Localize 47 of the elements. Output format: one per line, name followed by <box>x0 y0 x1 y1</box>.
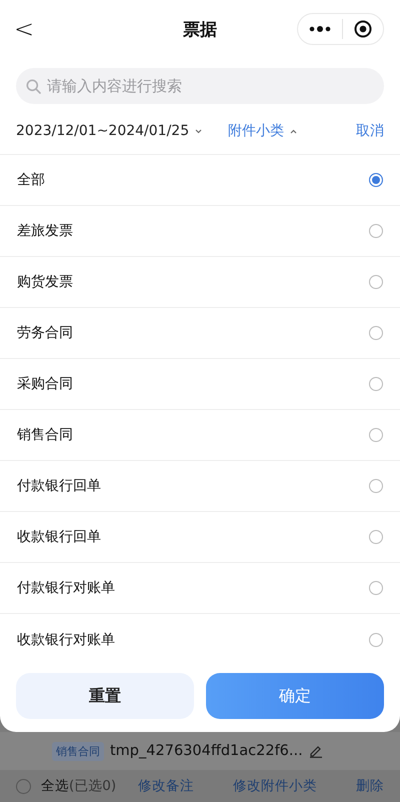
option-label: 收款银行回单 <box>17 528 101 546</box>
search-icon <box>26 79 41 94</box>
category-dropdown[interactable]: 附件小类 <box>228 122 298 140</box>
option-item[interactable]: 全部 <box>0 155 400 206</box>
option-item[interactable]: 劳务合同 <box>0 308 400 359</box>
option-label: 收款银行对账单 <box>17 630 115 648</box>
option-label: 购货发票 <box>17 273 73 291</box>
select-all-label: 全选 <box>41 777 69 795</box>
option-item[interactable]: 付款银行对账单 <box>0 563 400 614</box>
option-item[interactable]: 差旅发票 <box>0 206 400 257</box>
option-label: 劳务合同 <box>17 324 73 342</box>
cancel-button[interactable]: 取消 <box>356 122 384 140</box>
option-label: 销售合同 <box>17 426 73 444</box>
option-label: 付款银行对账单 <box>17 579 115 597</box>
page-title: 票据 <box>182 18 218 40</box>
radio-button[interactable] <box>369 326 383 340</box>
option-label: 全部 <box>17 171 45 189</box>
option-item[interactable]: 收款银行回单 <box>0 512 400 563</box>
option-label: 付款银行回单 <box>17 477 101 495</box>
radio-button[interactable] <box>369 173 383 187</box>
reset-button[interactable]: 重置 <box>16 673 194 719</box>
radio-button[interactable] <box>369 428 383 442</box>
file-name: tmp_4276304ffd1ac22f6... <box>110 743 303 759</box>
radio-button[interactable] <box>369 275 383 289</box>
radio-button[interactable] <box>369 479 383 493</box>
radio-button[interactable] <box>369 224 383 238</box>
select-all-checkbox[interactable] <box>16 778 31 794</box>
search-field[interactable]: 请输入内容进行搜索 <box>16 68 384 104</box>
option-item[interactable]: 收款银行对账单 <box>0 614 400 665</box>
target-icon[interactable] <box>354 20 372 38</box>
radio-button[interactable] <box>369 581 383 595</box>
more-icon[interactable] <box>309 25 332 33</box>
option-item[interactable]: 购货发票 <box>0 257 400 308</box>
option-item[interactable]: 付款银行回单 <box>0 461 400 512</box>
radio-button[interactable] <box>369 632 383 646</box>
option-label: 采购合同 <box>17 375 73 393</box>
category-tag: 销售合同 <box>52 742 104 760</box>
caret-icon <box>195 128 202 134</box>
option-item[interactable]: 销售合同 <box>0 410 400 461</box>
radio-button[interactable] <box>369 530 383 544</box>
option-label: 差旅发票 <box>17 222 73 240</box>
option-item[interactable]: 采购合同 <box>0 359 400 410</box>
pencil-icon[interactable] <box>308 744 323 758</box>
date-range-dropdown[interactable]: 2023/12/01~2024/01/25 <box>16 123 202 139</box>
radio-button[interactable] <box>369 377 383 391</box>
selected-count: (已选0) <box>69 777 116 795</box>
back-button[interactable]: < <box>12 15 36 43</box>
